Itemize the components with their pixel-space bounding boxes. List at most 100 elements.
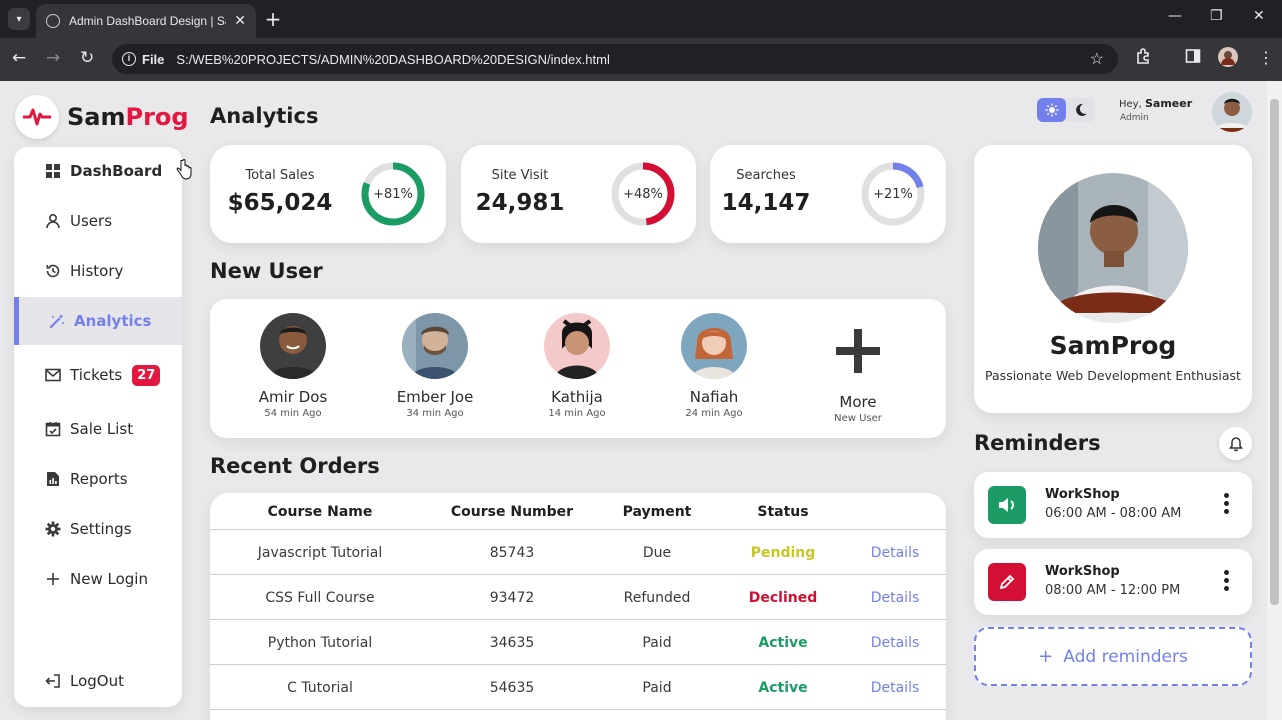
avatar <box>402 313 468 379</box>
new-user-card[interactable]: Amir Dos 54 min Ago <box>223 313 363 419</box>
greeting-text: Hey, <box>1119 99 1142 110</box>
browser-toolbar: ← → ↻ i File S:/WEB%20PROJECTS/ADMIN%20D… <box>0 38 1282 81</box>
greeting: Hey, Sameer <box>1119 97 1192 110</box>
course-number: 93472 <box>489 589 535 606</box>
minimize-icon[interactable]: — <box>1168 8 1182 24</box>
course-name: C Tutorial <box>287 679 353 696</box>
table-row: Python Tutorial 34635 Paid Active Detail… <box>210 620 946 665</box>
user-time: 24 min Ago <box>685 408 743 419</box>
new-user-card[interactable]: Kathija 14 min Ago <box>507 313 647 419</box>
restore-icon[interactable]: ❐ <box>1210 8 1223 24</box>
mail-icon <box>44 366 62 384</box>
course-number: 34635 <box>489 634 535 651</box>
back-icon[interactable]: ← <box>12 48 26 68</box>
table-row: Javascript Tutorial 85743 Due Pending De… <box>210 530 946 575</box>
status: Active <box>758 634 808 651</box>
sidebar-item-dashboard[interactable]: DashBoard <box>14 147 182 195</box>
details-link[interactable]: Details <box>840 665 946 710</box>
moon-icon[interactable] <box>1066 98 1095 122</box>
logout-icon <box>44 672 62 690</box>
user-name: Sameer <box>1144 97 1193 110</box>
plus-icon: + <box>1038 646 1054 667</box>
sidebar: DashBoard Users History Analytics Ticket… <box>14 147 182 707</box>
sidebar-item-label: Sale List <box>70 420 134 438</box>
new-user-title: New User <box>210 259 323 283</box>
sidebar-item-settings[interactable]: Settings <box>14 505 182 553</box>
side-panel-icon[interactable] <box>1185 48 1201 68</box>
extensions-icon[interactable] <box>1135 48 1152 69</box>
tab-search-button[interactable]: ▾ <box>8 8 30 30</box>
course-number: 85743 <box>489 544 535 561</box>
sidebar-item-sale-list[interactable]: Sale List <box>14 405 182 453</box>
history-icon <box>44 262 62 280</box>
bookmark-star-icon[interactable]: ☆ <box>1090 49 1104 69</box>
sidebar-item-reports[interactable]: Reports <box>14 455 182 503</box>
url-text[interactable]: S:/WEB%20PROJECTS/ADMIN%20DASHBOARD%20DE… <box>176 52 609 67</box>
bell-icon[interactable] <box>1219 427 1252 460</box>
edit-icon <box>988 563 1026 601</box>
scrollbar-thumb[interactable] <box>1270 99 1279 605</box>
browser-tab[interactable]: Admin DashBoard Design | SamProg ✕ <box>36 4 256 38</box>
sidebar-item-analytics[interactable]: Analytics <box>14 297 182 345</box>
stat-card-site-visit[interactable]: Site Visit 24,981 +48% <box>461 145 696 243</box>
profile-avatar <box>1038 173 1188 323</box>
stat-percent: +81% <box>373 186 413 202</box>
new-user-card[interactable]: Ember Joe 34 min Ago <box>365 313 505 419</box>
theme-toggle[interactable] <box>1037 98 1095 122</box>
orders-table: Course Name Course Number Payment Status… <box>210 493 946 720</box>
more-label: More <box>839 393 877 411</box>
add-reminders-button[interactable]: + Add reminders <box>974 627 1252 686</box>
profile-avatar-icon[interactable] <box>1218 47 1238 71</box>
sun-icon[interactable] <box>1037 98 1066 122</box>
details-link[interactable]: Details <box>840 575 946 620</box>
details-link[interactable]: Details <box>840 620 946 665</box>
logo[interactable]: SamProg <box>15 95 189 139</box>
tab-title: Admin DashBoard Design | SamProg <box>69 14 226 28</box>
stat-card-total-sales[interactable]: Total Sales $65,024 +81% <box>210 145 446 243</box>
payment: Due <box>642 544 672 561</box>
reminder-card[interactable]: WorkShop 08:00 AM - 12:00 PM <box>974 549 1252 615</box>
new-user-card[interactable]: Nafiah 24 min Ago <box>644 313 784 419</box>
sidebar-item-logout[interactable]: LogOut <box>14 657 182 705</box>
plus-icon <box>825 321 891 381</box>
forward-icon[interactable]: → <box>46 48 60 68</box>
avatar <box>681 313 747 379</box>
sidebar-item-tickets[interactable]: Tickets 27 <box>14 351 182 399</box>
table-header-row: Course Name Course Number Payment Status <box>210 493 946 530</box>
avatar[interactable] <box>1212 92 1252 132</box>
payment: Paid <box>642 634 672 651</box>
stat-card-searches[interactable]: Searches 14,147 +21% <box>710 145 946 243</box>
page-scrollbar[interactable] <box>1267 81 1282 720</box>
close-window-icon[interactable]: ✕ <box>1253 8 1265 24</box>
pulse-logo-icon <box>15 95 59 139</box>
reminders-title: Reminders <box>974 431 1101 455</box>
user-time: 34 min Ago <box>406 408 464 419</box>
details-link[interactable]: Details <box>840 530 946 575</box>
more-vertical-icon[interactable] <box>1224 493 1230 517</box>
course-name: Python Tutorial <box>267 634 373 651</box>
new-tab-button[interactable]: + <box>262 9 284 31</box>
column-header: Course Number <box>450 503 574 520</box>
more-vertical-icon[interactable] <box>1224 570 1230 594</box>
address-bar[interactable]: i File S:/WEB%20PROJECTS/ADMIN%20DASHBOA… <box>112 44 1118 74</box>
stat-percent: +21% <box>873 186 913 202</box>
sidebar-item-history[interactable]: History <box>14 247 182 295</box>
stat-percent: +48% <box>623 186 663 202</box>
info-icon[interactable]: i <box>122 52 136 66</box>
sidebar-item-users[interactable]: Users <box>14 197 182 245</box>
avatar <box>260 313 326 379</box>
reminder-card[interactable]: WorkShop 06:00 AM - 08:00 AM <box>974 472 1252 538</box>
user-name: Kathija <box>551 388 603 406</box>
sidebar-item-label: Tickets <box>70 366 123 384</box>
gear-icon <box>44 520 62 538</box>
close-tab-icon[interactable]: ✕ <box>234 13 246 29</box>
logo-text-prog: Prog <box>125 103 189 131</box>
grid-icon <box>44 162 62 180</box>
sidebar-item-label: Settings <box>70 520 132 538</box>
reload-icon[interactable]: ↻ <box>80 48 94 68</box>
more-users-button[interactable]: More New User <box>788 321 928 424</box>
menu-kebab-icon[interactable]: ⋮ <box>1258 48 1274 67</box>
reminder-title: WorkShop <box>1045 564 1120 579</box>
sidebar-item-new-login[interactable]: New Login <box>14 555 182 603</box>
recent-orders-title: Recent Orders <box>210 454 380 478</box>
